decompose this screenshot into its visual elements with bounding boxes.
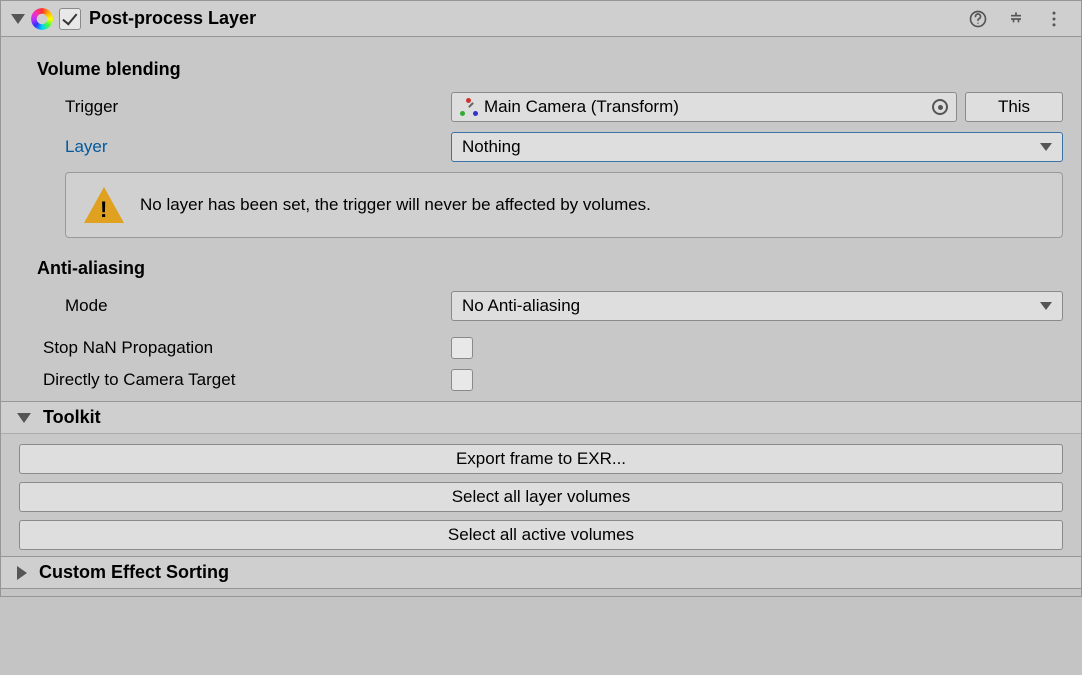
direct-camera-row: Directly to Camera Target xyxy=(23,369,1063,391)
toolkit-panel: Toolkit Export frame to EXR... Select al… xyxy=(1,401,1081,556)
help-icon[interactable] xyxy=(964,5,992,33)
this-button[interactable]: This xyxy=(965,92,1063,122)
stop-nan-row: Stop NaN Propagation xyxy=(23,337,1063,359)
component-header: Post-process Layer xyxy=(1,1,1081,37)
aa-mode-row: Mode No Anti-aliasing xyxy=(23,291,1063,321)
trigger-value: Main Camera (Transform) xyxy=(484,97,679,117)
aa-mode-label: Mode xyxy=(23,296,451,316)
direct-camera-label: Directly to Camera Target xyxy=(23,370,451,390)
stop-nan-label: Stop NaN Propagation xyxy=(23,338,451,358)
direct-camera-checkbox[interactable] xyxy=(451,369,473,391)
chevron-down-icon xyxy=(1040,302,1052,310)
custom-effect-sorting-header[interactable]: Custom Effect Sorting xyxy=(1,557,1081,588)
component-enabled-checkbox[interactable] xyxy=(59,8,81,30)
aa-mode-dropdown[interactable]: No Anti-aliasing xyxy=(451,291,1063,321)
layer-value: Nothing xyxy=(462,137,521,157)
foldout-arrow-icon[interactable] xyxy=(17,566,27,580)
select-active-volumes-button[interactable]: Select all active volumes xyxy=(19,520,1063,550)
trigger-label: Trigger xyxy=(23,97,451,117)
layer-label[interactable]: Layer xyxy=(23,137,451,157)
foldout-arrow-icon[interactable] xyxy=(11,14,25,24)
component-title: Post-process Layer xyxy=(89,8,256,29)
transform-icon xyxy=(460,98,478,116)
custom-effect-sorting-title: Custom Effect Sorting xyxy=(39,562,229,583)
aa-mode-value: No Anti-aliasing xyxy=(462,296,580,316)
toolkit-header[interactable]: Toolkit xyxy=(1,402,1081,434)
volume-blending-title: Volume blending xyxy=(37,59,1063,80)
layer-warning-box: No layer has been set, the trigger will … xyxy=(65,172,1063,238)
context-menu-icon[interactable] xyxy=(1040,5,1068,33)
component-bottom-divider xyxy=(1,588,1081,596)
layer-dropdown[interactable]: Nothing xyxy=(451,132,1063,162)
post-process-layer-component: Post-process Layer Volume blending Trigg… xyxy=(0,0,1082,597)
stop-nan-checkbox[interactable] xyxy=(451,337,473,359)
presets-icon[interactable] xyxy=(1002,5,1030,33)
chevron-down-icon xyxy=(1040,143,1052,151)
foldout-arrow-icon[interactable] xyxy=(17,413,31,423)
component-body: Volume blending Trigger Main Camera (Tra… xyxy=(1,37,1081,596)
warning-text: No layer has been set, the trigger will … xyxy=(140,194,651,216)
trigger-row: Trigger Main Camera (Transform) This xyxy=(23,92,1063,122)
warning-icon xyxy=(84,187,124,223)
object-picker-icon[interactable] xyxy=(932,99,948,115)
layer-row: Layer Nothing xyxy=(23,132,1063,162)
trigger-object-field[interactable]: Main Camera (Transform) xyxy=(451,92,957,122)
anti-aliasing-title: Anti-aliasing xyxy=(37,258,1063,279)
export-frame-button[interactable]: Export frame to EXR... xyxy=(19,444,1063,474)
select-layer-volumes-button[interactable]: Select all layer volumes xyxy=(19,482,1063,512)
custom-effect-sorting-panel: Custom Effect Sorting xyxy=(1,556,1081,588)
component-color-icon xyxy=(31,8,53,30)
toolkit-title: Toolkit xyxy=(43,407,101,428)
